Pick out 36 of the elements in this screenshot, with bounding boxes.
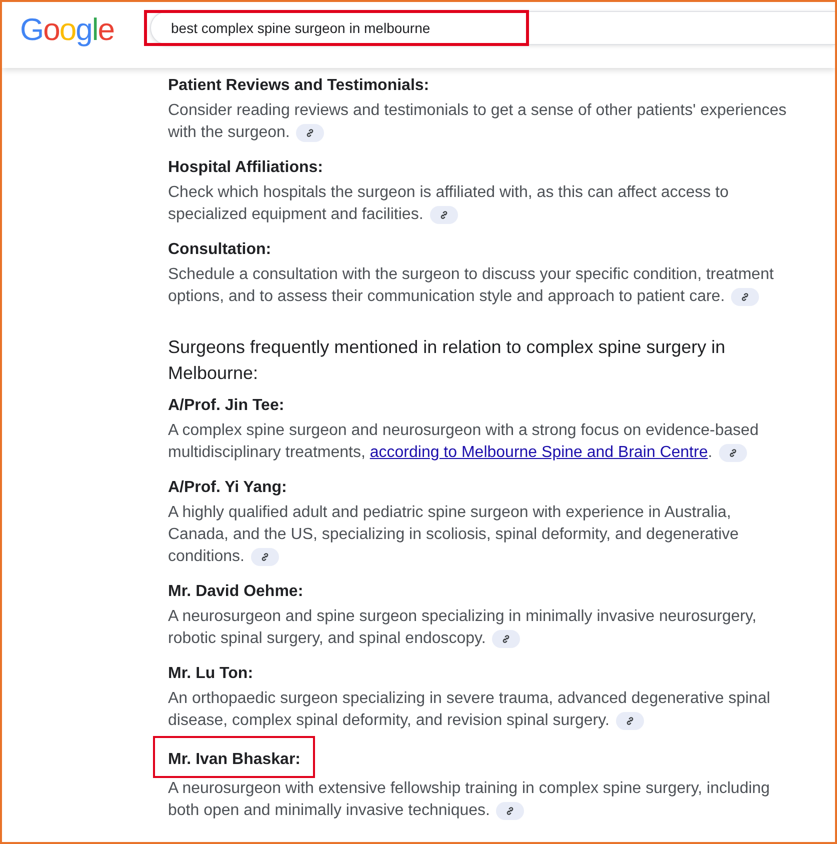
source-link-button[interactable]	[496, 802, 524, 820]
link-icon	[438, 210, 449, 220]
source-link-button[interactable]	[718, 444, 747, 462]
item-heading: A/Prof. Yi Yang:	[168, 478, 287, 498]
source-link-button[interactable]	[616, 712, 644, 730]
source-link-button[interactable]	[430, 206, 458, 224]
section-heading: Surgeons frequently mentioned in relation to complex spine surgery in Melbourne:	[168, 336, 726, 385]
source-link[interactable]: according to Melbourne Spine and Brain Centre	[370, 444, 708, 461]
link-icon	[260, 552, 270, 562]
link-icon	[505, 806, 516, 816]
link-icon	[501, 634, 512, 644]
item-heading: Hospital Affiliations:	[168, 158, 323, 178]
description: A complex spine surgeon and neurosurgeon with a strong focus on evidence-based multidisciplinary treatments, according to Melbourne Spine and Brain Centre.	[168, 421, 760, 464]
item-heading: Mr. Lu Ton:	[168, 664, 254, 684]
description: A neurosurgeon with extensive fellowship training in complex spine surgery, including both open and minimally invasive techniques.	[168, 779, 771, 822]
link-icon	[624, 716, 635, 726]
source-link-button[interactable]	[731, 288, 760, 306]
description: A highly qualified adult and pediatric spine surgeon with experience in Australia, Canada, and the US, specializing in scoliosis, spinal deformity, and degenerative conditions.	[168, 503, 740, 568]
logo[interactable]: Google	[20, 12, 114, 48]
item-heading: Mr. Ivan Bhaskar:	[168, 750, 300, 770]
item-heading: Mr. David Oehme:	[168, 582, 304, 602]
description: Schedule a consultation with the surgeon to discuss your specific condition, treatment options, and to assess their communication style and approach to patient care.	[168, 265, 775, 308]
link-icon	[305, 128, 316, 138]
item-heading: Consultation:	[168, 240, 272, 260]
search-field[interactable]: best complex spine surgeon in melbourne	[150, 11, 835, 45]
description: Consider reading reviews and testimonials to get a sense of other patients' experiences with the surgeon.	[168, 101, 788, 144]
source-link-button[interactable]	[296, 124, 324, 142]
description: An orthopaedic surgeon specializing in severe trauma, advanced degenerative spinal disease, complex spinal deformity, and revision spinal surgery.	[168, 689, 772, 732]
link-icon	[728, 448, 738, 458]
link-icon	[740, 292, 750, 302]
item-heading: A/Prof. Jin Tee:	[168, 396, 284, 416]
source-link-button[interactable]	[492, 630, 520, 648]
description: Check which hospitals the surgeon is affiliated with, as this can affect access to specialized equipment and facilities.	[168, 183, 730, 226]
source-link-button[interactable]	[250, 548, 279, 566]
description: A neurosurgeon and spine surgeon specializing in minimally invasive neurosurgery, robotic spinal surgery, and spinal endoscopy.	[168, 607, 758, 650]
item-heading: Patient Reviews and Testimonials:	[168, 76, 430, 96]
